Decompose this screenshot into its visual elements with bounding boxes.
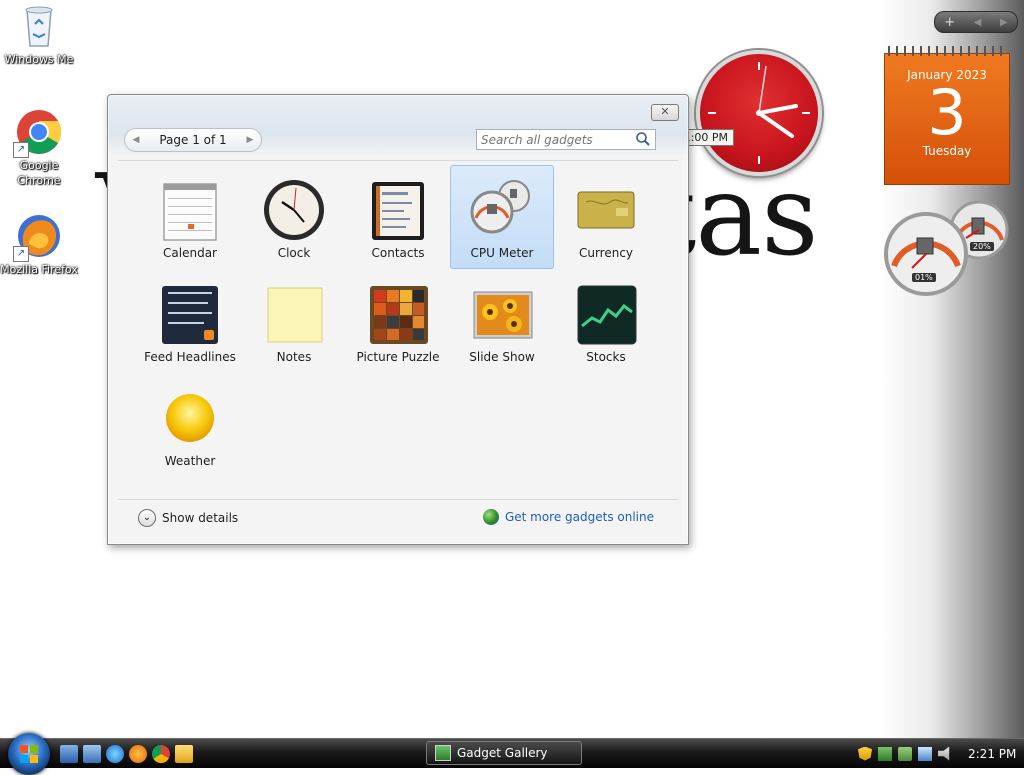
gadget-tile-picture-puzzle[interactable]: Picture Puzzle (346, 275, 450, 377)
calendar-gadget[interactable]: January 2023 3 Tuesday (884, 46, 1010, 186)
calendar-icon (158, 178, 222, 242)
shortcut-arrow-icon: ↗ (13, 246, 29, 262)
gadget-name: CPU Meter (470, 246, 534, 260)
get-more-gadgets-label: Get more gadgets online (504, 510, 654, 524)
shortcut-arrow-icon: ↗ (13, 142, 29, 158)
gadget-name: Calendar (163, 246, 217, 260)
gadget-name: Notes (276, 350, 312, 364)
add-gadget-button[interactable]: + (944, 15, 955, 30)
show-desktop-icon[interactable] (60, 745, 78, 763)
security-shield-icon[interactable] (858, 746, 872, 761)
cpu-usage-readout: 01% (912, 273, 936, 282)
memory-usage-readout: 20% (970, 242, 994, 251)
desktop-icon-recycle-bin[interactable]: Windows Me (0, 2, 78, 67)
gadget-tile-slide-show[interactable]: Slide Show (450, 275, 554, 377)
sidebar-prev-button[interactable]: ◀ (974, 17, 982, 28)
gadget-name: Clock (277, 246, 311, 260)
calendar-rings-icon (888, 46, 1006, 56)
taskbar-button-gadget-gallery[interactable]: Gadget Gallery (426, 741, 582, 765)
network-icon[interactable] (918, 746, 932, 761)
next-page-button[interactable]: ▶ (239, 135, 261, 145)
gadget-tile-currency[interactable]: Currency (554, 171, 658, 273)
desktop-icon-label: Mozilla Firefox (0, 263, 78, 276)
search-icon[interactable] (635, 131, 651, 147)
gadget-name: Stocks (586, 350, 626, 364)
calendar-page: January 2023 3 Tuesday (884, 53, 1010, 185)
calendar-day: 3 (927, 76, 967, 149)
gadget-tile-notes[interactable]: Notes (242, 275, 346, 377)
show-details-label: Show details (162, 511, 239, 525)
gadget-name: Feed Headlines (144, 350, 236, 364)
page-indicator: Page 1 of 1 (159, 133, 227, 147)
desktop-icon-label: Windows Me (4, 53, 74, 66)
gadget-name: Weather (164, 454, 216, 468)
clock-icon (262, 178, 326, 242)
gadget-name: Slide Show (469, 350, 535, 364)
internet-explorer-icon[interactable] (106, 745, 124, 763)
gadget-tile-stocks[interactable]: Stocks (554, 275, 658, 377)
divider (118, 160, 678, 161)
feed-headlines-icon (158, 282, 222, 346)
system-tray: 2:21 PM (850, 739, 1024, 768)
start-button[interactable] (8, 733, 50, 775)
taskbar-button-label: Gadget Gallery (457, 746, 548, 760)
gadget-name: Contacts (371, 246, 425, 260)
gadget-gallery-icon (435, 745, 451, 761)
clock-gadget[interactable] (696, 50, 822, 176)
globe-icon (482, 509, 499, 525)
close-button[interactable]: ✕ (651, 104, 679, 121)
cpu-meter-dials-icon (884, 200, 1009, 296)
desktop-icon-label: Google Chrome (17, 159, 61, 187)
contacts-icon (366, 178, 430, 242)
sidebar-next-button[interactable]: ▶ (1000, 17, 1008, 28)
sidebar-tray-icon[interactable] (878, 746, 892, 761)
calendar-weekday: Tuesday (922, 144, 972, 158)
firefox-icon: ↗ (13, 212, 63, 262)
gadget-tile-clock[interactable]: Clock (242, 171, 346, 273)
gadget-tile-weather[interactable]: Weather (138, 379, 242, 481)
sidebar-controls: + ◀ ▶ (934, 11, 1018, 33)
desktop-icon-mozilla-firefox[interactable]: ↗ Mozilla Firefox (0, 212, 78, 277)
chevron-down-icon: ⌄ (138, 509, 156, 527)
divider (118, 499, 678, 500)
quick-launch (60, 745, 193, 763)
switch-windows-icon[interactable] (83, 745, 101, 763)
gallery-toolbar: ◀ Page 1 of 1 ▶ (124, 128, 676, 154)
windows-logo-icon (20, 745, 38, 763)
taskbar: Gadget Gallery 2:21 PM (0, 733, 1024, 775)
gadget-name: Picture Puzzle (356, 350, 440, 364)
desktop-icon-google-chrome[interactable]: ↗ Google Chrome (0, 108, 78, 188)
taskbar-clock[interactable]: 2:21 PM (968, 747, 1016, 761)
slide-show-icon (470, 282, 534, 346)
prev-page-button[interactable]: ◀ (125, 135, 147, 145)
search-input[interactable] (477, 130, 635, 149)
stocks-icon (574, 282, 638, 346)
gadget-gallery-window: ✕ ◀ Page 1 of 1 ▶ Search all gadgets Cal… (107, 94, 689, 545)
get-more-gadgets-link[interactable]: Get more gadgets online (482, 509, 654, 525)
gadget-tile-cpu-meter[interactable]: CPU Meter (450, 165, 554, 269)
recycle-bin-icon (15, 2, 63, 50)
media-player-icon[interactable] (175, 745, 193, 763)
cpu-meter-gadget[interactable]: 01% 20% (884, 200, 1014, 300)
volume-muted-icon[interactable] (938, 746, 950, 761)
cpu-meter-icon (470, 178, 534, 242)
network-sharing-icon[interactable] (898, 746, 912, 761)
clock-face-icon (708, 62, 810, 164)
gadget-tile-calendar[interactable]: Calendar (138, 171, 242, 273)
show-details-button[interactable]: ⌄ Show details (138, 509, 238, 527)
gadget-name: Currency (578, 246, 634, 260)
search-box (476, 129, 656, 150)
gadget-tile-feed-headlines[interactable]: Feed Headlines (138, 275, 242, 377)
gadget-tile-contacts[interactable]: Contacts (346, 171, 450, 273)
page-navigator: ◀ Page 1 of 1 ▶ (124, 128, 262, 152)
picture-puzzle-icon (366, 282, 430, 346)
weather-icon (158, 386, 222, 450)
notes-icon (262, 282, 326, 346)
currency-icon (574, 178, 638, 242)
chrome-icon[interactable] (152, 745, 170, 763)
chrome-icon: ↗ (13, 108, 63, 158)
firefox-icon[interactable] (129, 745, 147, 763)
